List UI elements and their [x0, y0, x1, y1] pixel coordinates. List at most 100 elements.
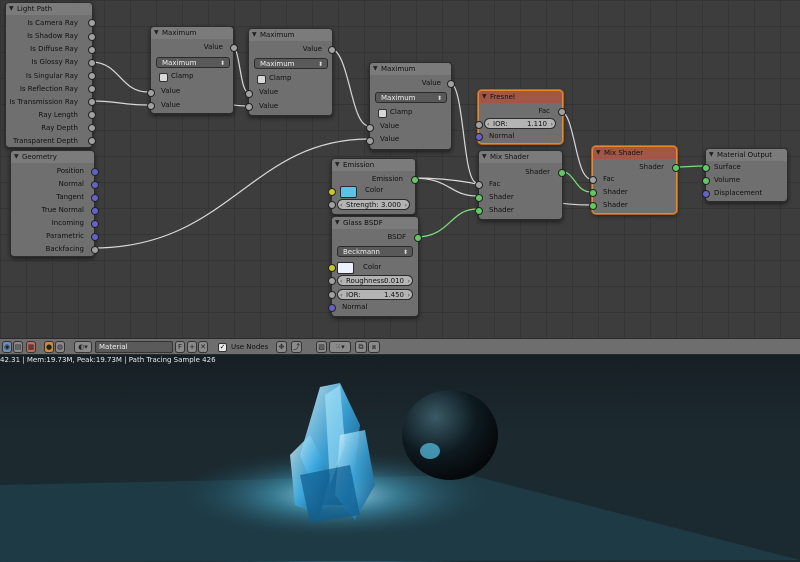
- socket-output[interactable]: [88, 33, 96, 41]
- glass-bsdf-node[interactable]: ▼ Glass BSDF BSDF Beckmann ⬍ Color ‹ Roughn…: [328, 216, 422, 317]
- fresnel-node[interactable]: ▼ Fresnel Fac ‹ IOR: 1.110 › Normal: [475, 90, 566, 144]
- mix-shader-node-1[interactable]: ▼ Mix Shader Shader Fac Shader Shader: [475, 150, 566, 220]
- socket-input[interactable]: [589, 176, 597, 184]
- socket-output[interactable]: [91, 194, 99, 202]
- socket-output[interactable]: [88, 98, 96, 106]
- socket-output[interactable]: [91, 207, 99, 215]
- maximum-node-2[interactable]: ▼ Maximum Value Maximum ⬍ Clamp Value Valu…: [245, 28, 336, 116]
- socket-input[interactable]: [147, 89, 155, 97]
- collapse-icon[interactable]: ▼: [335, 159, 340, 171]
- collapse-icon[interactable]: ▼: [596, 147, 601, 159]
- add-material-icon[interactable]: +: [187, 341, 197, 353]
- increment-icon[interactable]: ›: [551, 119, 553, 130]
- collapse-icon[interactable]: ▼: [9, 3, 14, 15]
- paste-icon[interactable]: ⧈: [368, 341, 380, 353]
- socket-input[interactable]: [328, 291, 336, 299]
- socket-output[interactable]: [91, 246, 99, 254]
- socket-output[interactable]: [411, 176, 419, 184]
- strength-field[interactable]: ‹ Strength: 3.000 ›: [337, 199, 410, 210]
- distribution-dropdown[interactable]: Beckmann ⬍: [337, 246, 413, 257]
- mix-shader-node-2[interactable]: ▼ Mix Shader Shader Fac Shader Shader: [589, 146, 680, 214]
- view-menu-icon[interactable]: ▤: [13, 341, 23, 353]
- socket-output[interactable]: [88, 85, 96, 93]
- socket-output[interactable]: [88, 59, 96, 67]
- clamp-checkbox[interactable]: [378, 109, 387, 118]
- clamp-checkbox[interactable]: [257, 75, 266, 84]
- operation-dropdown[interactable]: Maximum ⬍: [254, 58, 328, 69]
- clamp-checkbox[interactable]: [159, 73, 168, 82]
- socket-output[interactable]: [88, 19, 96, 27]
- socket-output[interactable]: [91, 168, 99, 176]
- collapse-icon[interactable]: ▼: [373, 63, 378, 75]
- socket-output[interactable]: [88, 46, 96, 54]
- socket-input[interactable]: [589, 189, 597, 197]
- operation-dropdown[interactable]: Maximum ⬍: [156, 57, 230, 68]
- decrement-icon[interactable]: ‹: [340, 290, 342, 301]
- collapse-icon[interactable]: ▼: [154, 27, 159, 39]
- material-output-node[interactable]: ▼ Material Output Surface Volume Displace…: [702, 148, 788, 202]
- editor-type-icon[interactable]: ◉: [2, 341, 12, 353]
- material-icon[interactable]: ▦: [26, 341, 36, 353]
- socket-output[interactable]: [672, 164, 680, 172]
- copy-icon[interactable]: ⧉: [355, 341, 367, 353]
- socket-input[interactable]: [366, 124, 374, 132]
- operation-dropdown[interactable]: Maximum ⬍: [375, 92, 447, 103]
- collapse-icon[interactable]: ▼: [482, 91, 487, 103]
- socket-input[interactable]: [702, 177, 710, 185]
- socket-output[interactable]: [88, 111, 96, 119]
- socket-input[interactable]: [328, 201, 336, 209]
- socket-input[interactable]: [589, 202, 597, 210]
- collapse-icon[interactable]: ▼: [709, 149, 714, 161]
- emission-node[interactable]: ▼ Emission Emission Color ‹ Strength: 3.000…: [328, 158, 419, 215]
- backdrop-icon[interactable]: ▧: [316, 341, 327, 353]
- socket-output[interactable]: [558, 108, 566, 116]
- collapse-icon[interactable]: ▼: [482, 151, 487, 163]
- material-browse-icon[interactable]: ◐▾: [74, 341, 92, 353]
- socket-input[interactable]: [475, 194, 483, 202]
- socket-input[interactable]: [328, 264, 336, 272]
- socket-input[interactable]: [328, 188, 336, 196]
- render-viewport[interactable]: 42.31 | Mem:19.73M, Peak:19.73M | Path T…: [0, 355, 800, 562]
- socket-input[interactable]: [366, 137, 374, 145]
- roughness-field[interactable]: ‹ Roughness: 0.010 ›: [337, 275, 413, 286]
- socket-output[interactable]: [447, 80, 455, 88]
- maximum-node-3[interactable]: ▼ Maximum Value Maximum ⬍ Clamp Value Valu…: [366, 62, 455, 150]
- socket-input[interactable]: [328, 304, 336, 312]
- socket-output[interactable]: [414, 234, 422, 242]
- socket-output[interactable]: [558, 169, 566, 177]
- object-icon[interactable]: ●: [44, 341, 54, 353]
- decrement-icon[interactable]: ‹: [487, 119, 489, 130]
- color-swatch[interactable]: [337, 262, 354, 274]
- snap-target-dropdown[interactable]: ⁙▾: [329, 341, 351, 353]
- increment-icon[interactable]: ›: [405, 200, 407, 211]
- fake-user-button[interactable]: F: [175, 341, 185, 353]
- socket-output[interactable]: [328, 46, 336, 54]
- world-icon[interactable]: ◍: [55, 341, 65, 353]
- maximum-node-1[interactable]: ▼ Maximum Value Maximum ⬍ Clamp Value Valu…: [147, 26, 238, 114]
- material-name-field[interactable]: Material: [95, 341, 173, 353]
- socket-output[interactable]: [88, 137, 96, 145]
- socket-output[interactable]: [91, 181, 99, 189]
- geometry-node[interactable]: ▼ Geometry Position Normal Tangent True N…: [10, 150, 99, 257]
- socket-input[interactable]: [702, 164, 710, 172]
- collapse-icon[interactable]: ▼: [335, 217, 340, 229]
- socket-input[interactable]: [702, 190, 710, 198]
- socket-input[interactable]: [475, 121, 483, 129]
- collapse-icon[interactable]: ▼: [252, 29, 257, 41]
- decrement-icon[interactable]: ‹: [340, 200, 342, 211]
- light-path-node[interactable]: ▼ Light Path Is Camera Ray Is Shadow Ray …: [5, 2, 96, 148]
- socket-input[interactable]: [245, 103, 253, 111]
- increment-icon[interactable]: ›: [408, 290, 410, 301]
- ior-field[interactable]: ‹ IOR: 1.110 ›: [484, 118, 556, 129]
- increment-icon[interactable]: ›: [408, 276, 410, 287]
- snap-icon[interactable]: ✥: [276, 341, 287, 353]
- socket-input[interactable]: [475, 181, 483, 189]
- color-swatch[interactable]: [340, 186, 357, 198]
- socket-output[interactable]: [91, 220, 99, 228]
- socket-input[interactable]: [245, 90, 253, 98]
- use-nodes-checkbox[interactable]: ✓: [218, 343, 227, 352]
- socket-input[interactable]: [328, 277, 336, 285]
- node-editor[interactable]: ▼ Light Path Is Camera Ray Is Shadow Ray …: [0, 0, 800, 338]
- socket-output[interactable]: [88, 124, 96, 132]
- socket-output[interactable]: [230, 44, 238, 52]
